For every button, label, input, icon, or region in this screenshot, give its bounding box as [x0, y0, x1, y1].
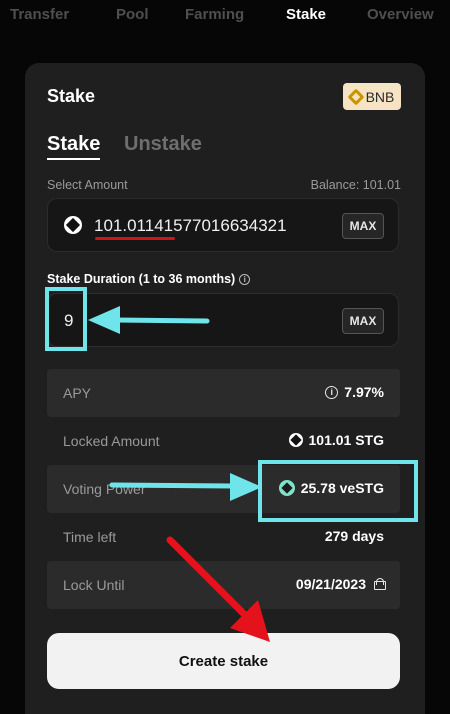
annotation-underline: [95, 237, 175, 240]
locked-amount-value: 101.01 STG: [308, 432, 385, 448]
balance-text: Balance: 101.01: [310, 178, 401, 192]
locked-amount-label: Locked Amount: [63, 433, 160, 449]
nav-tab-overview[interactable]: Overview: [367, 6, 434, 23]
locked-amount-value-group: 101.01 STG: [288, 432, 385, 448]
lock-until-label: Lock Until: [63, 577, 125, 593]
duration-label: Stake Duration (1 to 36 months) i: [47, 272, 251, 286]
tab-unstake[interactable]: Unstake: [124, 133, 202, 156]
info-icon[interactable]: i: [239, 274, 251, 286]
vestg-icon: [278, 480, 295, 496]
duration-max-button[interactable]: MAX: [342, 308, 384, 334]
nav-tab-pool[interactable]: Pool: [116, 6, 149, 23]
apy-row: APY i 7.97%: [47, 369, 400, 417]
chain-selector[interactable]: BNB: [343, 83, 401, 110]
time-left-row: Time left 279 days: [47, 513, 400, 561]
chain-label: BNB: [365, 88, 395, 105]
info-icon[interactable]: i: [325, 385, 339, 399]
duration-label-text: Stake Duration (1 to 36 months): [47, 272, 236, 286]
nav-tab-transfer[interactable]: Transfer: [10, 6, 69, 23]
voting-power-row: Voting Power 25.78 veSTG: [47, 465, 400, 513]
duration-value[interactable]: 9: [64, 311, 73, 331]
time-left-value: 279 days: [324, 528, 384, 544]
lock-until-value: 09/21/2023: [295, 576, 366, 592]
stg-icon: [64, 216, 82, 234]
voting-power-value-group: 25.78 veSTG: [278, 480, 384, 496]
duration-input[interactable]: 9 MAX: [47, 293, 399, 347]
amount-value[interactable]: 101.01141577016634321: [94, 216, 287, 236]
apy-value: 7.97%: [344, 384, 384, 400]
lock-until-value-group: 09/21/2023: [295, 576, 386, 592]
nav-tab-farming[interactable]: Farming: [185, 6, 244, 23]
top-nav: Transfer Pool Farming Stake Overview: [0, 0, 450, 32]
amount-max-button[interactable]: MAX: [342, 213, 384, 239]
stake-card: Stake BNB Stake Unstake Select Amount Ba…: [25, 63, 425, 714]
apy-value-group: i 7.97%: [325, 384, 384, 400]
bnb-icon: [347, 88, 365, 105]
create-stake-button[interactable]: Create stake: [47, 633, 400, 689]
time-left-label: Time left: [63, 529, 117, 545]
tab-stake[interactable]: Stake: [47, 133, 101, 160]
card-title: Stake: [47, 86, 96, 106]
select-amount-label: Select Amount: [47, 178, 128, 192]
nav-tab-stake[interactable]: Stake: [286, 6, 326, 23]
stg-icon: [288, 433, 303, 447]
locked-amount-row: Locked Amount 101.01 STG: [47, 417, 400, 465]
voting-power-value: 25.78 veSTG: [300, 480, 384, 496]
lock-until-row: Lock Until 09/21/2023: [47, 561, 400, 609]
voting-power-label: Voting Power: [63, 481, 146, 497]
apy-label: APY: [63, 385, 92, 401]
lock-icon: [374, 578, 386, 590]
amount-input[interactable]: 101.01141577016634321 MAX: [47, 198, 399, 252]
